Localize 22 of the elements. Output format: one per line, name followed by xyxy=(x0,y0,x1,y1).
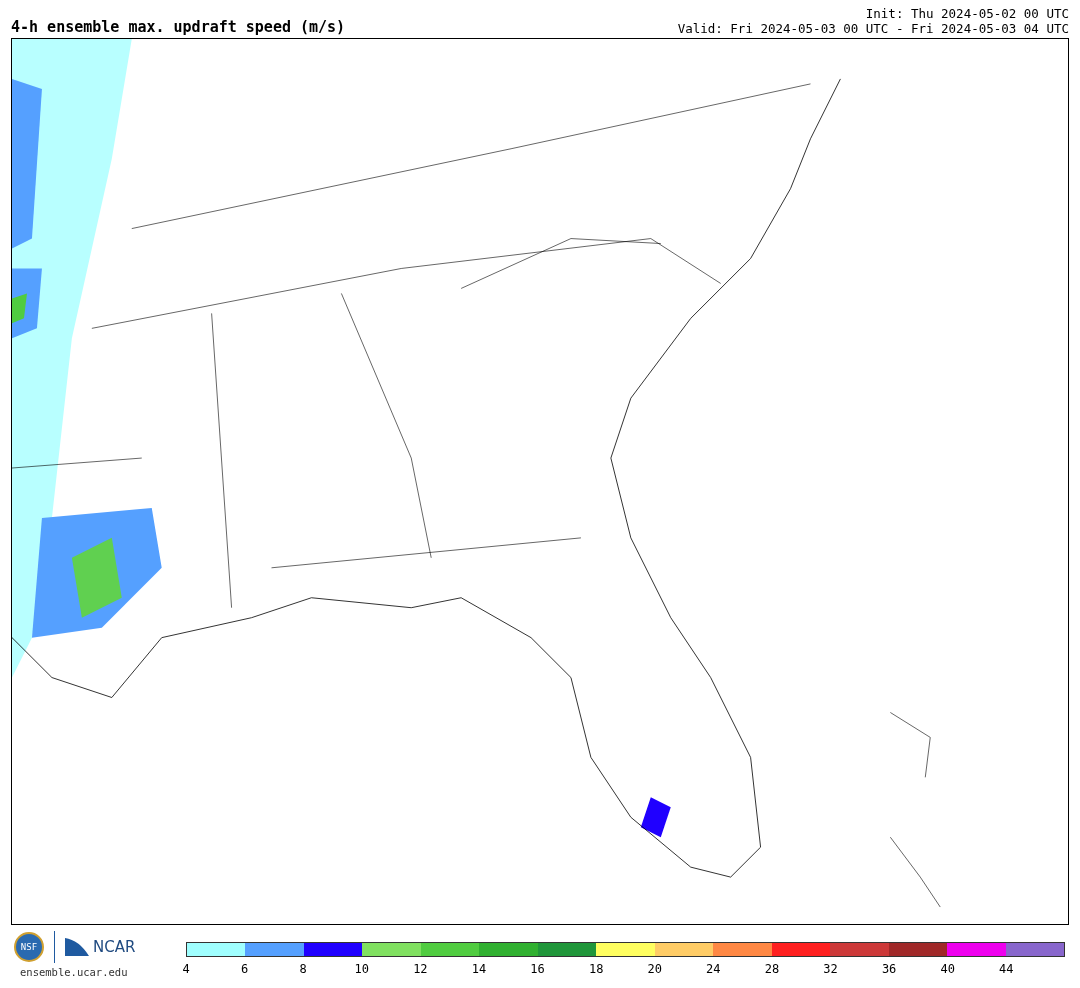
scale-label: 40 xyxy=(940,962,955,976)
scale-label: 32 xyxy=(823,962,838,976)
scale-label: 8 xyxy=(299,962,307,976)
scale-label: 12 xyxy=(413,962,428,976)
scale-label: 44 xyxy=(999,962,1014,976)
scale-label: 6 xyxy=(241,962,249,976)
init-time: Init: Thu 2024-05-02 00 UTC xyxy=(865,6,1069,21)
scale-label: 4 xyxy=(182,962,190,976)
map-title: 4-h ensemble max. updraft speed (m/s) xyxy=(11,18,346,36)
scale-label: 36 xyxy=(881,962,897,976)
scale-label: 16 xyxy=(530,962,545,976)
scale-label: 20 xyxy=(647,962,662,976)
nsf-logo: NSF xyxy=(14,932,44,962)
ncar-logo: NCAR xyxy=(93,938,136,956)
site-url: ensemble.ucar.edu xyxy=(19,966,129,978)
valid-time: Valid: Fri 2024-05-03 00 UTC - Fri 2024-05-03 04 UTC xyxy=(677,21,1069,36)
scale-label: 24 xyxy=(706,962,721,976)
scale-label: 28 xyxy=(764,962,780,976)
wave-icon xyxy=(65,938,89,956)
scale-label: 10 xyxy=(354,962,369,976)
scale-label: 18 xyxy=(588,962,604,976)
scale-label: 14 xyxy=(471,962,487,976)
